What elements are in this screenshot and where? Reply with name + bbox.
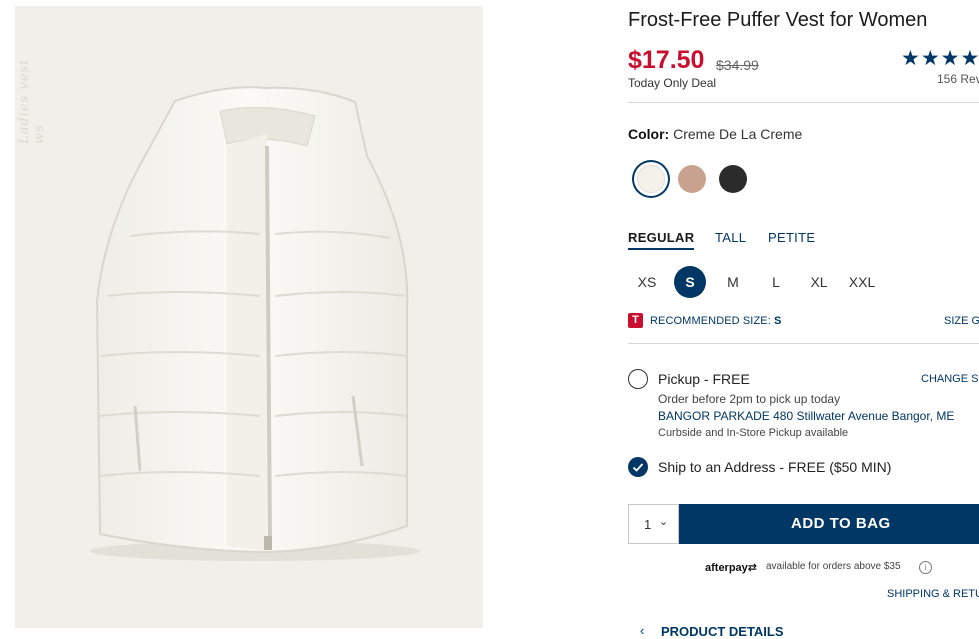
swatch-blush[interactable] bbox=[678, 165, 706, 193]
chevron-down-icon: ⌄ bbox=[659, 516, 669, 528]
pickup-note: Curbside and In-Store Pickup available bbox=[658, 427, 849, 439]
afterpay-logo-text: afterpay bbox=[705, 562, 748, 574]
pickup-label[interactable]: Pickup - FREE bbox=[658, 371, 750, 387]
recommended-size[interactable]: RECOMMENDED SIZE: S bbox=[650, 315, 781, 327]
size-xxl[interactable]: XXL bbox=[846, 266, 878, 298]
size-xs[interactable]: XS bbox=[631, 266, 663, 298]
chevron-left-icon[interactable]: ‹ bbox=[640, 623, 644, 638]
rating-stars-icon[interactable]: ★★★★ bbox=[901, 46, 979, 71]
size-m[interactable]: M bbox=[717, 266, 749, 298]
swatch-creme[interactable] bbox=[637, 165, 665, 193]
afterpay-arrows-icon: ⇄ bbox=[747, 562, 758, 574]
size-xl[interactable]: XL bbox=[803, 266, 835, 298]
recommended-size-label: RECOMMENDED SIZE: bbox=[650, 315, 771, 327]
vest-illustration bbox=[90, 86, 420, 561]
watermark-text: Ladies vest ws bbox=[17, 58, 47, 144]
recommended-size-value: S bbox=[774, 315, 782, 327]
tab-regular[interactable]: REGULAR bbox=[628, 230, 695, 250]
info-icon[interactable]: i bbox=[919, 561, 932, 574]
add-to-bag-button[interactable]: ADD TO BAG bbox=[679, 504, 979, 544]
quantity-select[interactable]: 1 ⌄ bbox=[628, 504, 679, 544]
swatch-black[interactable] bbox=[719, 165, 747, 193]
tab-petite[interactable]: PETITE bbox=[768, 230, 815, 245]
original-price: $34.99 bbox=[716, 57, 759, 73]
true-fit-icon: T bbox=[628, 313, 643, 328]
quantity-value: 1 bbox=[644, 517, 652, 532]
deal-label: Today Only Deal bbox=[628, 76, 717, 90]
divider bbox=[628, 102, 979, 103]
color-label-row: Color: Creme De La Creme bbox=[628, 126, 802, 142]
add-to-bag-label: ADD TO BAG bbox=[791, 515, 891, 532]
color-label: Color: bbox=[628, 126, 670, 142]
ship-label[interactable]: Ship to an Address - FREE ($50 MIN) bbox=[658, 459, 891, 475]
sale-price: $17.50 bbox=[628, 46, 705, 74]
afterpay-logo: afterpay⇄ bbox=[705, 561, 757, 574]
product-title: Frost-Free Puffer Vest for Women bbox=[628, 9, 928, 31]
pickup-store-link[interactable]: BANGOR PARKADE 480 Stillwater Avenue Ban… bbox=[658, 409, 954, 423]
review-count[interactable]: 156 Rev bbox=[937, 72, 979, 86]
change-store-link[interactable]: CHANGE ST bbox=[921, 373, 979, 385]
ship-radio[interactable] bbox=[628, 457, 648, 477]
product-image[interactable]: Ladies vest ws bbox=[15, 6, 483, 628]
selected-color-name: Creme De La Creme bbox=[673, 126, 803, 142]
pickup-time-text: Order before 2pm to pick up today bbox=[658, 392, 841, 406]
divider bbox=[628, 343, 979, 344]
tab-tall[interactable]: TALL bbox=[715, 230, 746, 245]
size-l[interactable]: L bbox=[760, 266, 792, 298]
checkmark-icon bbox=[632, 463, 644, 472]
shipping-returns-link[interactable]: SHIPPING & RETU bbox=[887, 588, 979, 600]
afterpay-text: available for orders above $35 bbox=[766, 561, 901, 572]
pickup-radio[interactable] bbox=[628, 369, 648, 389]
size-s[interactable]: S bbox=[674, 266, 706, 298]
size-guide-link[interactable]: SIZE G bbox=[944, 315, 979, 327]
